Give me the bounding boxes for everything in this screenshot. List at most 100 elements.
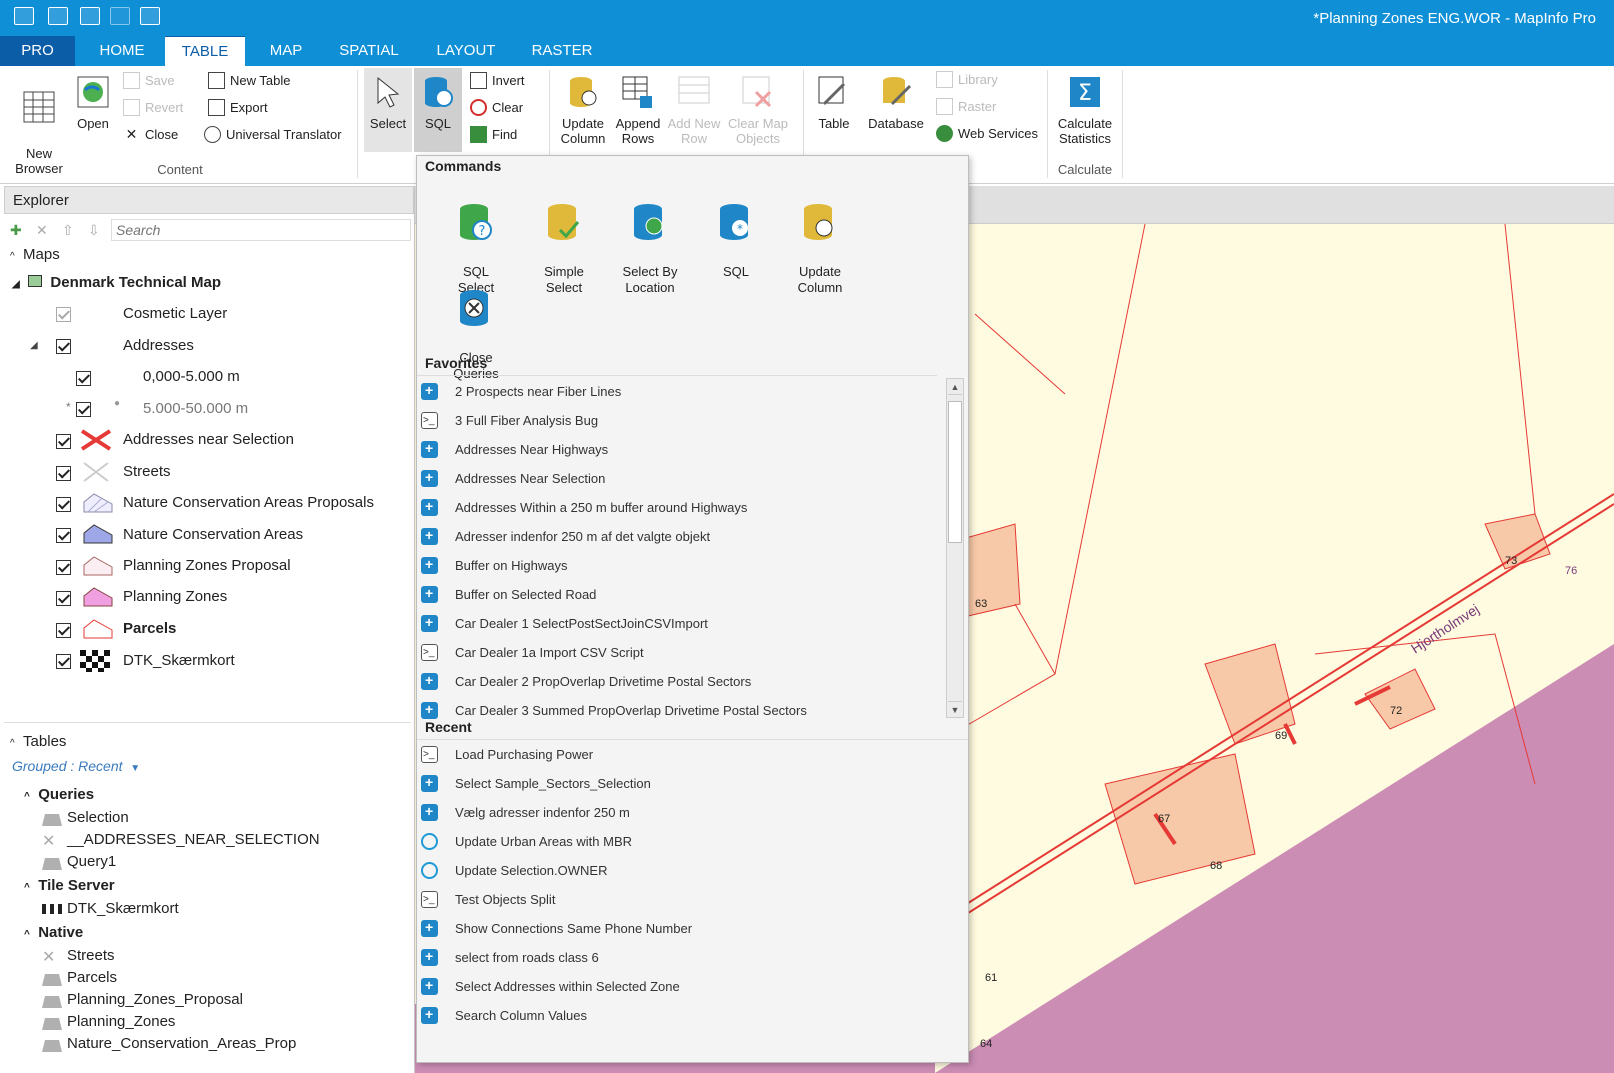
- table-row[interactable]: Streets: [67, 947, 115, 964]
- move-up-icon[interactable]: ⇧: [62, 222, 74, 239]
- list-item[interactable]: Update Urban Areas with MBR: [417, 827, 937, 856]
- web-services-button[interactable]: Web Services: [936, 124, 1038, 144]
- streets-checkbox[interactable]: [56, 466, 71, 481]
- list-item[interactable]: Select Addresses within Selected Zone: [417, 972, 937, 1001]
- table-row[interactable]: DTK_Skærmkort: [67, 900, 179, 917]
- list-item[interactable]: Search Column Values: [417, 1001, 937, 1030]
- list-item[interactable]: Car Dealer 3 Summed PropOverlap Drivetim…: [417, 696, 937, 720]
- append-rows-button[interactable]: Append Rows: [612, 74, 664, 146]
- new-table-quick-icon[interactable]: [48, 7, 68, 25]
- list-item[interactable]: select from roads class 6: [417, 943, 937, 972]
- list-item[interactable]: 2 Prospects near Fiber Lines: [417, 377, 937, 406]
- list-item[interactable]: Update Selection.OWNER: [417, 856, 937, 885]
- explorer-search-input[interactable]: [111, 219, 411, 241]
- layer-dtk[interactable]: DTK_Skærmkort: [123, 652, 235, 669]
- simple-select-command[interactable]: Simple Select: [521, 186, 607, 296]
- table-row[interactable]: Query1: [67, 853, 116, 870]
- addresses-near-selection-checkbox[interactable]: [56, 434, 71, 449]
- database-button[interactable]: Database: [864, 74, 928, 131]
- list-item[interactable]: Car Dealer 2 PropOverlap Drivetime Posta…: [417, 667, 937, 696]
- layer-addresses-near-selection[interactable]: Addresses near Selection: [123, 431, 294, 448]
- layer-nature-proposals[interactable]: Nature Conservation Areas Proposals: [123, 494, 374, 511]
- range2-checkbox[interactable]: [76, 402, 91, 417]
- select-by-location-command[interactable]: Select By Location: [607, 186, 693, 296]
- select-button[interactable]: Select: [364, 68, 412, 152]
- list-item[interactable]: Addresses Near Highways: [417, 435, 937, 464]
- table-row[interactable]: Selection: [67, 809, 129, 826]
- new-browser-button[interactable]: New Browser: [8, 74, 70, 176]
- clear-button[interactable]: Clear: [470, 98, 523, 118]
- planning-zones-checkbox[interactable]: [56, 591, 71, 606]
- map-node[interactable]: ◢ Denmark Technical Map: [12, 274, 221, 291]
- save-button[interactable]: Save: [123, 71, 175, 91]
- parcels-checkbox[interactable]: [56, 623, 71, 638]
- new-table-button[interactable]: New Table: [208, 71, 290, 91]
- scroll-down-icon[interactable]: ▼: [948, 701, 962, 717]
- nature-areas-checkbox[interactable]: [56, 528, 71, 543]
- tab-spatial[interactable]: SPATIAL: [328, 36, 410, 66]
- layer-parcels[interactable]: Parcels: [123, 620, 176, 637]
- list-item[interactable]: Buffer on Selected Road: [417, 580, 937, 609]
- list-item[interactable]: Load Purchasing Power: [417, 740, 937, 769]
- layer-addresses[interactable]: Addresses: [123, 337, 194, 354]
- list-item[interactable]: Addresses Within a 250 m buffer around H…: [417, 493, 937, 522]
- range1-checkbox[interactable]: [76, 371, 91, 386]
- list-item[interactable]: Addresses Near Selection: [417, 464, 937, 493]
- table-row[interactable]: Planning_Zones: [67, 1013, 175, 1030]
- tables-section[interactable]: ^ Tables: [10, 733, 66, 750]
- list-item[interactable]: Show Connections Same Phone Number: [417, 914, 937, 943]
- update-column-button[interactable]: Update Column: [553, 74, 613, 146]
- add-icon[interactable]: ✚: [10, 222, 22, 239]
- remove-icon[interactable]: ✕: [36, 222, 48, 239]
- tab-map[interactable]: MAP: [250, 36, 322, 66]
- list-item[interactable]: Select Sample_Sectors_Selection: [417, 769, 937, 798]
- tile-server-group[interactable]: ^ Tile Server: [24, 877, 115, 894]
- nature-proposals-checkbox[interactable]: [56, 497, 71, 512]
- grouped-dropdown[interactable]: Grouped : Recent ▼: [12, 758, 140, 774]
- open-button[interactable]: Open: [70, 74, 116, 131]
- list-item[interactable]: Buffer on Highways: [417, 551, 937, 580]
- table-button[interactable]: Table: [808, 74, 860, 131]
- tab-pro[interactable]: PRO: [0, 36, 75, 66]
- cosmetic-layer-checkbox[interactable]: [56, 307, 71, 322]
- list-item[interactable]: Car Dealer 1a Import CSV Script: [417, 638, 937, 667]
- tab-home[interactable]: HOME: [82, 36, 162, 66]
- revert-button[interactable]: Revert: [123, 98, 183, 118]
- addresses-checkbox[interactable]: [56, 339, 71, 354]
- sql-button[interactable]: SQL: [414, 68, 462, 152]
- universal-translator-button[interactable]: Universal Translator: [204, 125, 342, 145]
- native-group[interactable]: ^ Native: [24, 924, 83, 941]
- layer-planning-proposal[interactable]: Planning Zones Proposal: [123, 557, 291, 574]
- tab-table[interactable]: TABLE: [165, 36, 245, 66]
- layer-range-1[interactable]: 0,000-5.000 m: [143, 368, 240, 385]
- app-icon[interactable]: [14, 7, 34, 25]
- layer-nature-areas[interactable]: Nature Conservation Areas: [123, 526, 303, 543]
- save-quick-icon[interactable]: [110, 7, 130, 25]
- table-row[interactable]: Planning_Zones_Proposal: [67, 991, 243, 1008]
- list-item[interactable]: Test Objects Split: [417, 885, 937, 914]
- collapse-icon[interactable]: ◢: [30, 340, 38, 351]
- layer-streets[interactable]: Streets: [123, 463, 171, 480]
- library-button[interactable]: Library: [936, 70, 998, 90]
- list-item[interactable]: Adresser indenfor 250 m af det valgte ob…: [417, 522, 937, 551]
- close-button[interactable]: ✕ Close: [123, 125, 179, 145]
- move-down-icon[interactable]: ⇩: [88, 222, 100, 239]
- layer-cosmetic[interactable]: Cosmetic Layer: [123, 305, 227, 322]
- open-quick-icon[interactable]: [80, 7, 100, 25]
- dtk-checkbox[interactable]: [56, 654, 71, 669]
- table-row[interactable]: Nature_Conservation_Areas_Prop: [67, 1035, 296, 1052]
- maps-section[interactable]: ^ Maps: [10, 246, 60, 263]
- list-item[interactable]: Car Dealer 1 SelectPostSectJoinCSVImport: [417, 609, 937, 638]
- scroll-thumb[interactable]: [948, 401, 962, 543]
- find-button[interactable]: Find: [470, 125, 517, 145]
- export-button[interactable]: Export: [208, 98, 268, 118]
- queries-group[interactable]: ^ Queries: [24, 786, 94, 803]
- layer-planning-zones[interactable]: Planning Zones: [123, 588, 227, 605]
- favorites-scrollbar[interactable]: ▲ ▼: [946, 378, 964, 718]
- add-new-row-button[interactable]: Add New Row: [664, 74, 724, 146]
- raster-button[interactable]: Raster: [936, 97, 996, 117]
- list-item[interactable]: 3 Full Fiber Analysis Bug: [417, 406, 937, 435]
- table-row[interactable]: Parcels: [67, 969, 117, 986]
- calculate-statistics-button[interactable]: Σ Calculate Statistics: [1052, 74, 1118, 146]
- clear-map-objects-button[interactable]: Clear Map Objects: [724, 74, 792, 146]
